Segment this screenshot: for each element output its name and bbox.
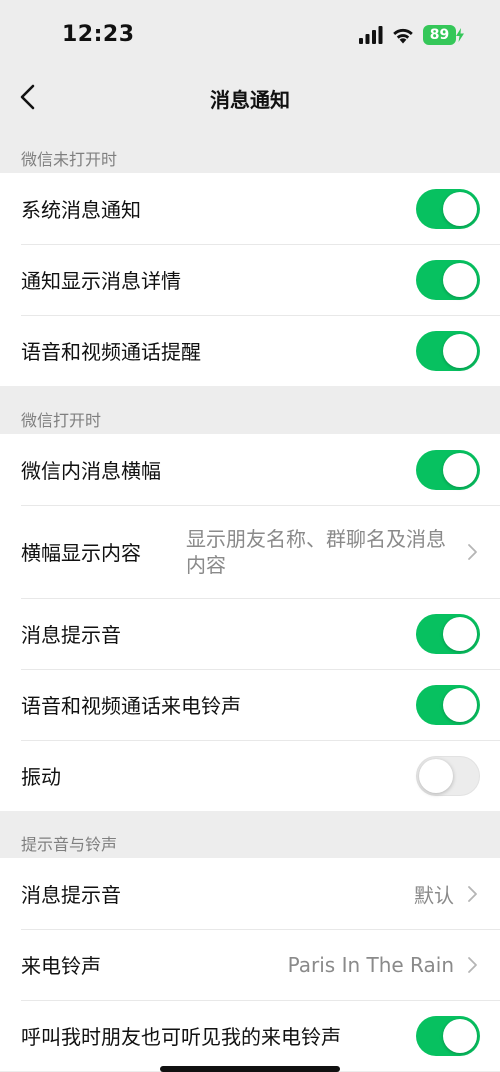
row-vibration: 振动 xyxy=(0,740,500,811)
share-ringtone-toggle[interactable] xyxy=(416,1015,480,1056)
toggle-knob xyxy=(443,1018,477,1053)
row-banner-content[interactable]: 横幅显示内容 显示朋友名称、群聊名及消息内容 xyxy=(0,505,500,598)
row-call-reminder: 语音和视频通话提醒 xyxy=(0,315,500,386)
section-header-open: 微信打开时 xyxy=(21,411,102,430)
row-value: 默认 xyxy=(414,883,454,907)
row-label: 横幅显示内容 xyxy=(21,541,141,565)
settings-group-sounds: 消息提示音 默认 来电铃声 Paris In The Rain 呼叫我时朋友也可… xyxy=(0,858,500,1071)
row-label: 消息提示音 xyxy=(21,883,121,907)
status-bar: 12:23 89 xyxy=(0,0,500,62)
signal-icon xyxy=(359,26,383,44)
toggle-knob xyxy=(443,616,477,651)
wifi-icon xyxy=(393,28,413,44)
row-value: 显示朋友名称、群聊名及消息内容 xyxy=(186,526,446,577)
row-label: 微信内消息横幅 xyxy=(21,459,161,483)
toggle-knob xyxy=(443,191,477,226)
row-in-app-banner: 微信内消息横幅 xyxy=(0,434,500,505)
call-reminder-toggle[interactable] xyxy=(416,330,480,371)
row-message-sound: 消息提示音 xyxy=(0,598,500,669)
settings-group-open: 微信内消息横幅 横幅显示内容 显示朋友名称、群聊名及消息内容 消息提示音 语音和… xyxy=(0,434,500,811)
status-time: 12:23 xyxy=(62,22,135,47)
page-title: 消息通知 xyxy=(210,88,290,112)
status-icons: 89 xyxy=(359,25,464,45)
row-value: Paris In The Rain xyxy=(287,952,454,977)
system-notification-toggle[interactable] xyxy=(416,188,480,229)
row-label: 消息提示音 xyxy=(21,623,121,647)
row-share-ringtone: 呼叫我时朋友也可听见我的来电铃声 xyxy=(0,1000,500,1071)
row-label: 语音和视频通话提醒 xyxy=(21,340,201,364)
battery-level: 89 xyxy=(429,27,450,43)
chevron-right-icon xyxy=(468,885,477,902)
row-call-ringtone: 语音和视频通话来电铃声 xyxy=(0,669,500,740)
row-show-details: 通知显示消息详情 xyxy=(0,244,500,315)
row-ringtone[interactable]: 来电铃声 Paris In The Rain xyxy=(0,929,500,1000)
charging-bolt-icon xyxy=(456,28,464,42)
section-header-closed: 微信未打开时 xyxy=(21,150,118,169)
toggle-knob xyxy=(443,452,477,487)
chevron-right-icon xyxy=(468,956,477,973)
toggle-knob xyxy=(443,687,477,722)
row-label: 语音和视频通话来电铃声 xyxy=(21,694,241,718)
chevron-right-icon xyxy=(468,543,477,560)
show-details-toggle[interactable] xyxy=(416,259,480,300)
toggle-knob xyxy=(419,758,453,793)
toggle-knob xyxy=(443,262,477,297)
call-ringtone-toggle[interactable] xyxy=(416,684,480,725)
message-sound-toggle[interactable] xyxy=(416,613,480,654)
home-indicator xyxy=(160,1066,340,1072)
vibration-toggle[interactable] xyxy=(416,755,480,796)
row-label: 通知显示消息详情 xyxy=(21,269,181,293)
toggle-knob xyxy=(443,333,477,368)
row-label: 系统消息通知 xyxy=(21,198,141,222)
row-system-notification: 系统消息通知 xyxy=(0,173,500,244)
battery-icon: 89 xyxy=(423,25,464,45)
row-label: 来电铃声 xyxy=(21,954,101,978)
settings-group-closed: 系统消息通知 通知显示消息详情 语音和视频通话提醒 xyxy=(0,173,500,386)
nav-bar: 消息通知 xyxy=(0,62,500,132)
row-label: 振动 xyxy=(21,765,61,789)
row-label: 呼叫我时朋友也可听见我的来电铃声 xyxy=(21,1025,341,1049)
section-header-sounds: 提示音与铃声 xyxy=(21,835,118,854)
in-app-banner-toggle[interactable] xyxy=(416,449,480,490)
row-message-tone[interactable]: 消息提示音 默认 xyxy=(0,858,500,929)
